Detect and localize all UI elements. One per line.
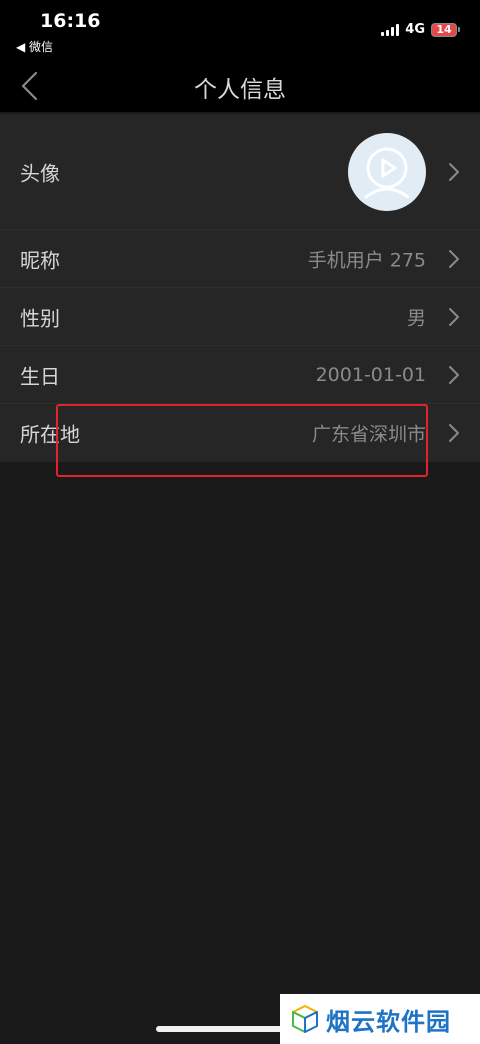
chevron-right-icon bbox=[449, 249, 459, 268]
gender-value: 男 bbox=[406, 307, 426, 329]
back-to-app-link[interactable]: ◀ 微信 bbox=[16, 38, 53, 55]
screen: 16:16 ◀ 微信 4G 14 个人信息 头像 昵称 手机用户 275 性别 … bbox=[0, 0, 480, 1044]
navigation-bar: 个人信息 bbox=[0, 60, 480, 112]
battery-tip bbox=[458, 27, 460, 32]
gender-row[interactable]: 性别 男 bbox=[0, 288, 480, 346]
nickname-row[interactable]: 昵称 手机用户 275 bbox=[0, 230, 480, 288]
location-highlight-box bbox=[56, 404, 428, 477]
nickname-label: 昵称 bbox=[20, 248, 60, 272]
chevron-right-icon bbox=[449, 162, 459, 181]
battery-icon: 14 bbox=[431, 22, 460, 37]
chevron-right-icon bbox=[449, 365, 459, 384]
avatar-label: 头像 bbox=[20, 161, 60, 185]
status-indicators: 4G 14 bbox=[381, 22, 460, 37]
page-title: 个人信息 bbox=[194, 77, 286, 103]
birthday-row[interactable]: 生日 2001-01-01 bbox=[0, 346, 480, 404]
birthday-label: 生日 bbox=[20, 364, 60, 388]
battery-level: 14 bbox=[431, 22, 457, 37]
video-avatar-icon bbox=[364, 147, 410, 199]
birthday-value: 2001-01-01 bbox=[315, 363, 426, 386]
nickname-value: 手机用户 275 bbox=[307, 249, 426, 271]
avatar-row[interactable]: 头像 bbox=[0, 114, 480, 230]
network-type: 4G bbox=[405, 22, 425, 37]
chevron-right-icon bbox=[449, 424, 459, 442]
status-bar: 16:16 ◀ 微信 4G 14 bbox=[0, 0, 480, 60]
watermark-text: 烟云软件园 bbox=[326, 1007, 451, 1036]
status-time: 16:16 bbox=[40, 10, 101, 32]
chevron-right-icon bbox=[449, 307, 459, 326]
avatar bbox=[348, 133, 426, 211]
gender-label: 性别 bbox=[20, 306, 60, 330]
cube-logo-icon bbox=[292, 1005, 318, 1033]
signal-icon bbox=[381, 23, 400, 36]
watermark: 烟云软件园 bbox=[280, 994, 480, 1044]
